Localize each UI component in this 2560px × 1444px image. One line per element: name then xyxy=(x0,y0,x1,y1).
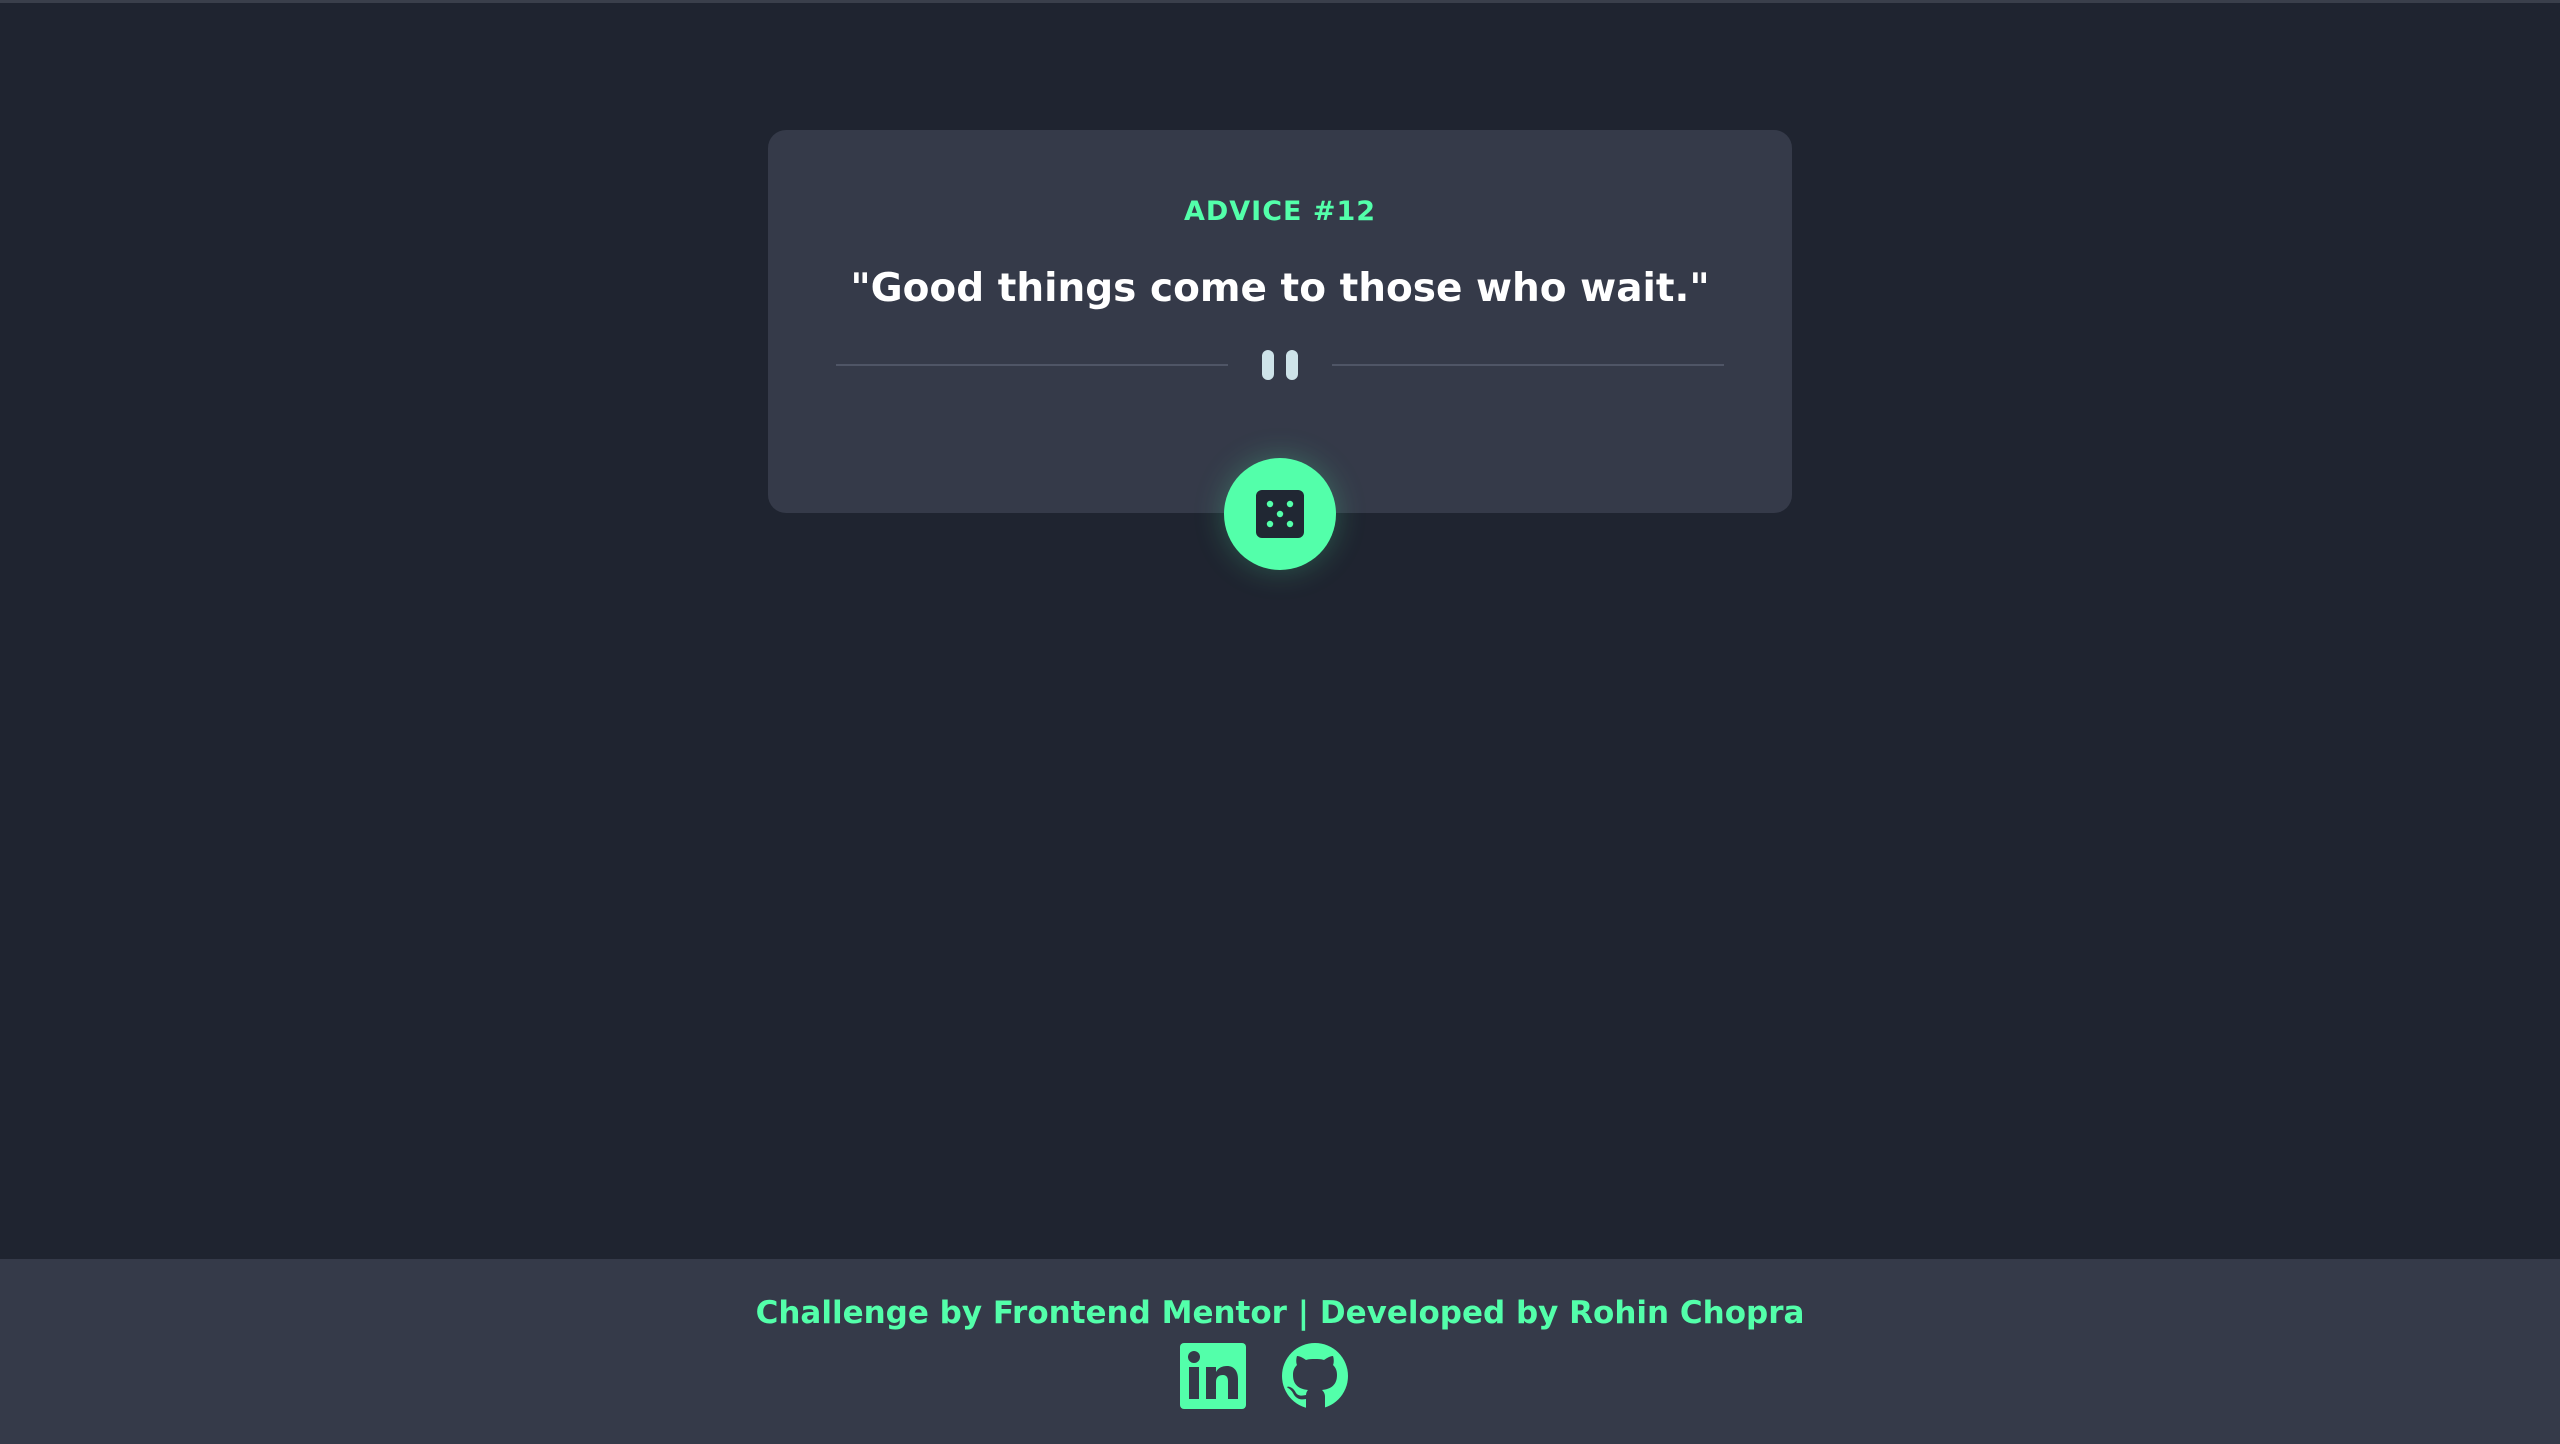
top-border xyxy=(0,0,2560,3)
footer-credit: Challenge by Frontend Mentor | Developed… xyxy=(755,1295,1805,1331)
footer: Challenge by Frontend Mentor | Developed… xyxy=(0,1259,2560,1444)
pause-icon xyxy=(1262,350,1298,380)
dice-icon xyxy=(1256,490,1304,538)
advice-number: ADVICE #12 xyxy=(1183,196,1377,227)
divider-line-left xyxy=(836,364,1228,366)
divider xyxy=(836,348,1724,382)
linkedin-icon[interactable] xyxy=(1178,1341,1248,1411)
divider-line-right xyxy=(1332,364,1724,366)
generate-advice-button[interactable] xyxy=(1224,458,1336,570)
advice-card: ADVICE #12 "Good things come to those wh… xyxy=(768,130,1792,513)
github-icon[interactable] xyxy=(1280,1341,1350,1411)
advice-text: "Good things come to those who wait." xyxy=(850,266,1710,311)
